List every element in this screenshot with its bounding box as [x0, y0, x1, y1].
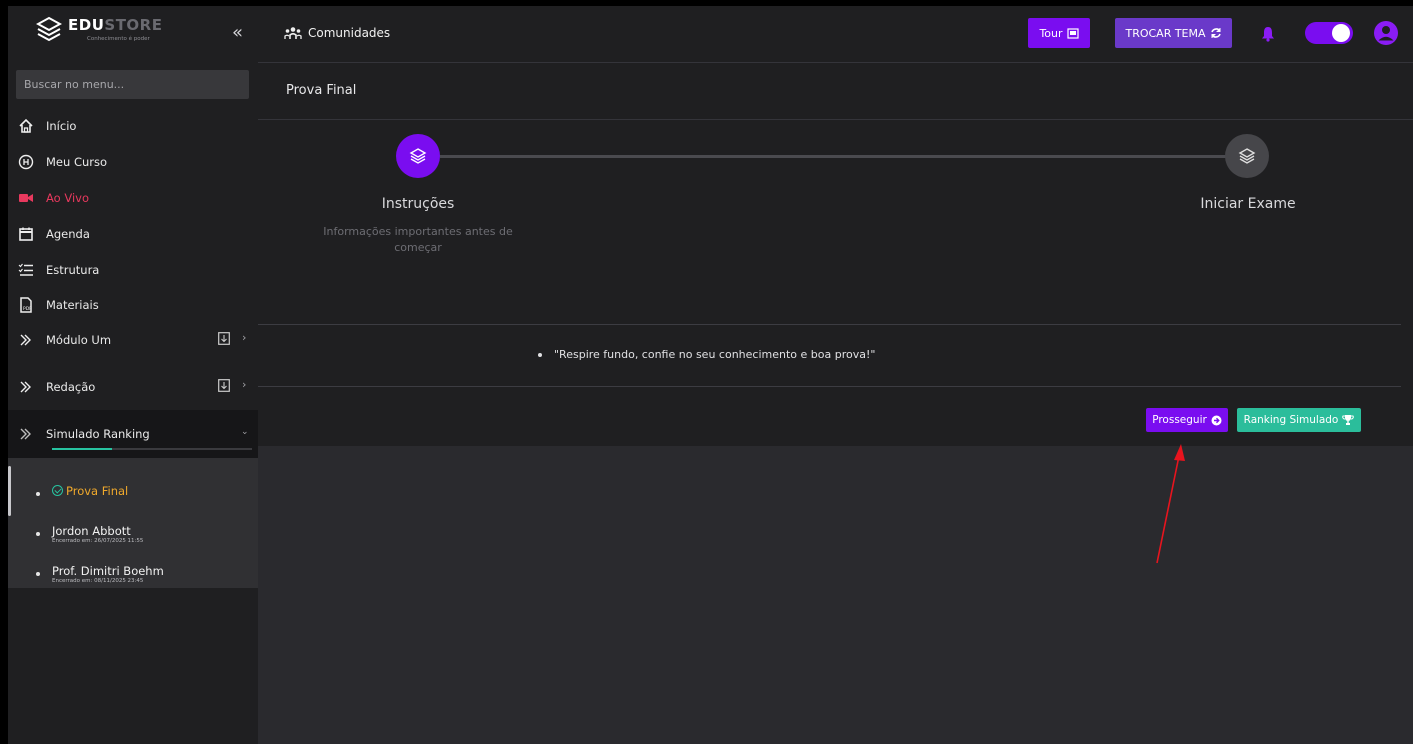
- chevron-double-right-icon: [18, 379, 34, 395]
- step-2-circle[interactable]: [1225, 134, 1269, 178]
- submenu-simulado-ranking: Prova Final Jordon Abbott Encerrado em: …: [8, 458, 258, 588]
- chevron-down-icon: ⌄: [241, 427, 249, 437]
- download-icon[interactable]: [218, 332, 230, 345]
- refresh-icon: [1210, 28, 1221, 38]
- logo-icon: [36, 16, 62, 42]
- sidebar-item-modulo-um[interactable]: Módulo Um ›: [8, 326, 258, 354]
- sidebar-item-simulado-ranking[interactable]: Simulado Ranking ⌄: [8, 420, 258, 448]
- sidebar-item-agenda[interactable]: Agenda: [8, 220, 258, 248]
- sidebar: EDUSTORE Conhecimento é poder « Início M…: [8, 6, 258, 744]
- sidebar-item-label: Início: [46, 119, 77, 133]
- menu-search-input[interactable]: [16, 70, 249, 99]
- sidebar-item-label: Meu Curso: [46, 155, 108, 169]
- tour-button[interactable]: Tour: [1028, 18, 1090, 48]
- sidebar-item-inicio[interactable]: Início: [8, 112, 258, 140]
- svg-text:PDF: PDF: [23, 306, 32, 312]
- dark-mode-toggle[interactable]: [1305, 22, 1353, 44]
- sidebar-item-materiais[interactable]: PDF Materiais: [8, 291, 258, 319]
- home-icon: [18, 118, 34, 134]
- layers-icon: [409, 148, 427, 164]
- sidebar-item-ao-vivo[interactable]: Ao Vivo: [8, 184, 258, 212]
- brand-tagline: Conhecimento é poder: [87, 36, 150, 42]
- arrow-circle-right-icon: [1211, 415, 1222, 425]
- divider: [258, 386, 1401, 387]
- change-theme-button[interactable]: TROCAR TEMA: [1115, 18, 1232, 48]
- download-icon[interactable]: [218, 379, 230, 392]
- step-1-description: Informações importantes antes de começar: [323, 225, 513, 254]
- flag-icon: [1066, 27, 1079, 39]
- video-camera-icon: [18, 190, 34, 206]
- step-1-title: Instruções: [381, 196, 455, 212]
- chevron-double-right-icon: [18, 426, 34, 442]
- chevron-right-icon: ›: [242, 378, 247, 391]
- stepper-line: [440, 155, 1240, 158]
- sidebar-item-meu-curso[interactable]: Meu Curso: [8, 148, 258, 176]
- trophy-icon: [1342, 415, 1355, 425]
- step-1-circle[interactable]: [396, 134, 440, 178]
- communities-link[interactable]: Comunidades: [284, 26, 390, 40]
- community-icon: [284, 27, 302, 39]
- top-bar: Comunidades Tour TROCAR TEMA: [258, 6, 1413, 62]
- sidebar-item-label: Ao Vivo: [46, 191, 90, 205]
- list-check-icon: [18, 262, 34, 278]
- communities-label: Comunidades: [308, 26, 391, 40]
- chevron-double-right-icon: [18, 332, 34, 348]
- active-underline: [52, 448, 252, 450]
- calendar-icon: [18, 226, 34, 242]
- sidebar-item-label: Materiais: [46, 298, 99, 312]
- bell-icon[interactable]: [1261, 26, 1275, 42]
- page-header: Prova Final: [258, 62, 1413, 120]
- submenu-item-jordon-abbott[interactable]: Jordon Abbott Encerrado em: 26/07/2025 1…: [36, 524, 143, 545]
- instruction-quote: "Respire fundo, confie no seu conhecimen…: [538, 348, 875, 361]
- sidebar-item-redacao[interactable]: Redação ›: [8, 373, 258, 401]
- sidebar-item-label: Agenda: [46, 227, 90, 241]
- sidebar-item-label: Redação: [46, 380, 96, 394]
- sidebar-item-label: Módulo Um: [46, 333, 112, 347]
- layers-icon: [1238, 148, 1256, 164]
- step-2-title: Iniciar Exame: [1200, 196, 1296, 212]
- proceed-button[interactable]: Prosseguir: [1146, 408, 1228, 432]
- sidebar-scrollbar-handle[interactable]: [8, 466, 11, 516]
- check-circle-icon: [52, 485, 63, 496]
- divider: [258, 324, 1401, 325]
- sidebar-item-label: Estrutura: [46, 263, 100, 277]
- collapse-sidebar-button[interactable]: «: [232, 22, 243, 43]
- page-title: Prova Final: [286, 83, 357, 98]
- course-icon: [18, 154, 34, 170]
- brand: EDUSTORE Conhecimento é poder «: [8, 6, 258, 62]
- chevron-right-icon: ›: [242, 331, 247, 344]
- sidebar-item-label: Simulado Ranking: [46, 427, 150, 441]
- ranking-simulado-button[interactable]: Ranking Simulado: [1237, 408, 1361, 432]
- app-window: EDUSTORE Conhecimento é poder « Início M…: [0, 0, 1413, 744]
- pdf-file-icon: PDF: [18, 297, 34, 313]
- main-content: Prova Final Instruções Iniciar Exame Inf…: [258, 62, 1413, 744]
- sidebar-item-estrutura[interactable]: Estrutura: [8, 256, 258, 284]
- submenu-item-prova-final[interactable]: Prova Final: [36, 484, 128, 498]
- user-avatar-icon[interactable]: [1373, 20, 1399, 46]
- exam-card: Instruções Iniciar Exame Informações imp…: [258, 120, 1413, 446]
- sidebar-item-simulado-ranking-wrapper: Simulado Ranking ⌄: [8, 410, 258, 458]
- submenu-item-prof-dimitri-boehm[interactable]: Prof. Dimitri Boehm Encerrado em: 08/11/…: [36, 564, 164, 585]
- brand-name: EDUSTORE: [68, 16, 163, 34]
